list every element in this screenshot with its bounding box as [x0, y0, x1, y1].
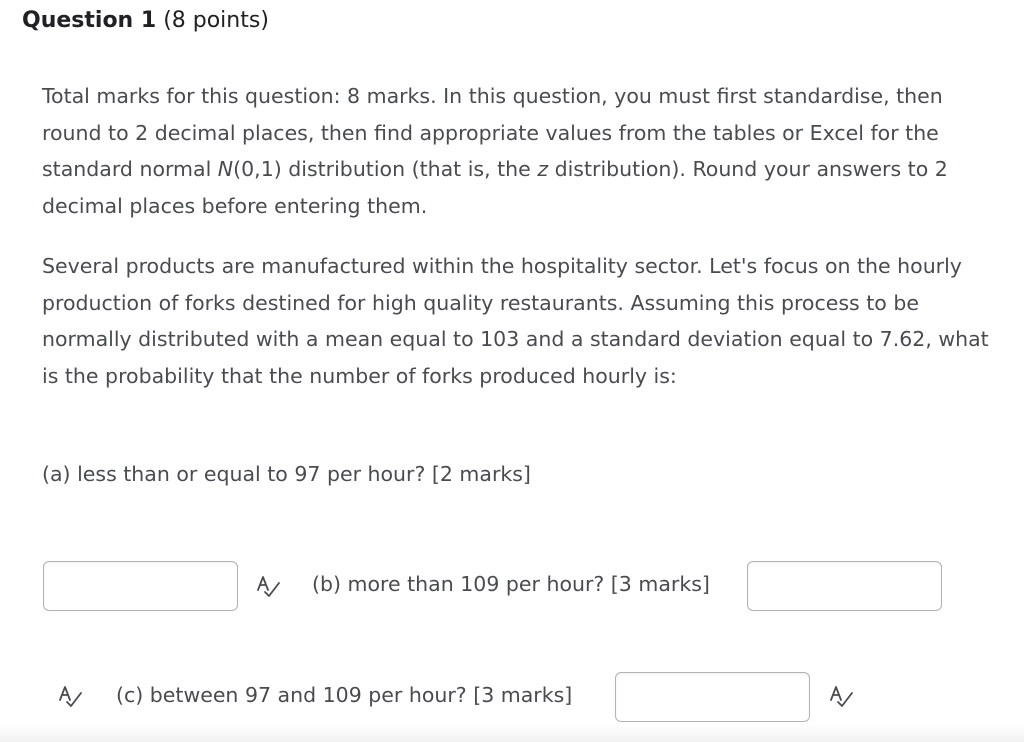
scenario-paragraph: Several products are manufactured within… — [42, 254, 989, 388]
part-a-label: (a) less than or equal to 97 per hour? [… — [42, 462, 531, 486]
part-c-label: (c) between 97 and 109 per hour? [3 mark… — [116, 683, 573, 707]
spellcheck-icon[interactable] — [256, 575, 282, 599]
question-points: (8 points) — [163, 8, 269, 33]
spellcheck-icon[interactable] — [829, 685, 855, 709]
part-b-label: (b) more than 109 per hour? [3 marks] — [312, 572, 710, 596]
answer-c-input[interactable] — [615, 672, 810, 722]
distribution-symbol: N — [217, 157, 234, 181]
instructions-paragraph: Total marks for this question: 8 marks. … — [42, 78, 992, 224]
bottom-divider — [0, 722, 1024, 742]
question-title: Question 1 — [22, 8, 157, 33]
answer-b-input[interactable] — [747, 561, 942, 611]
spellcheck-icon[interactable] — [58, 685, 84, 709]
question-page: Question 1 (8 points) Total marks for th… — [0, 0, 1024, 742]
z-symbol: z — [537, 157, 549, 181]
answer-a-input[interactable] — [43, 561, 238, 611]
question-header: Question 1 (8 points) — [22, 8, 269, 33]
instructions-text-2: (0,1) distribution (that is, the — [233, 157, 538, 181]
